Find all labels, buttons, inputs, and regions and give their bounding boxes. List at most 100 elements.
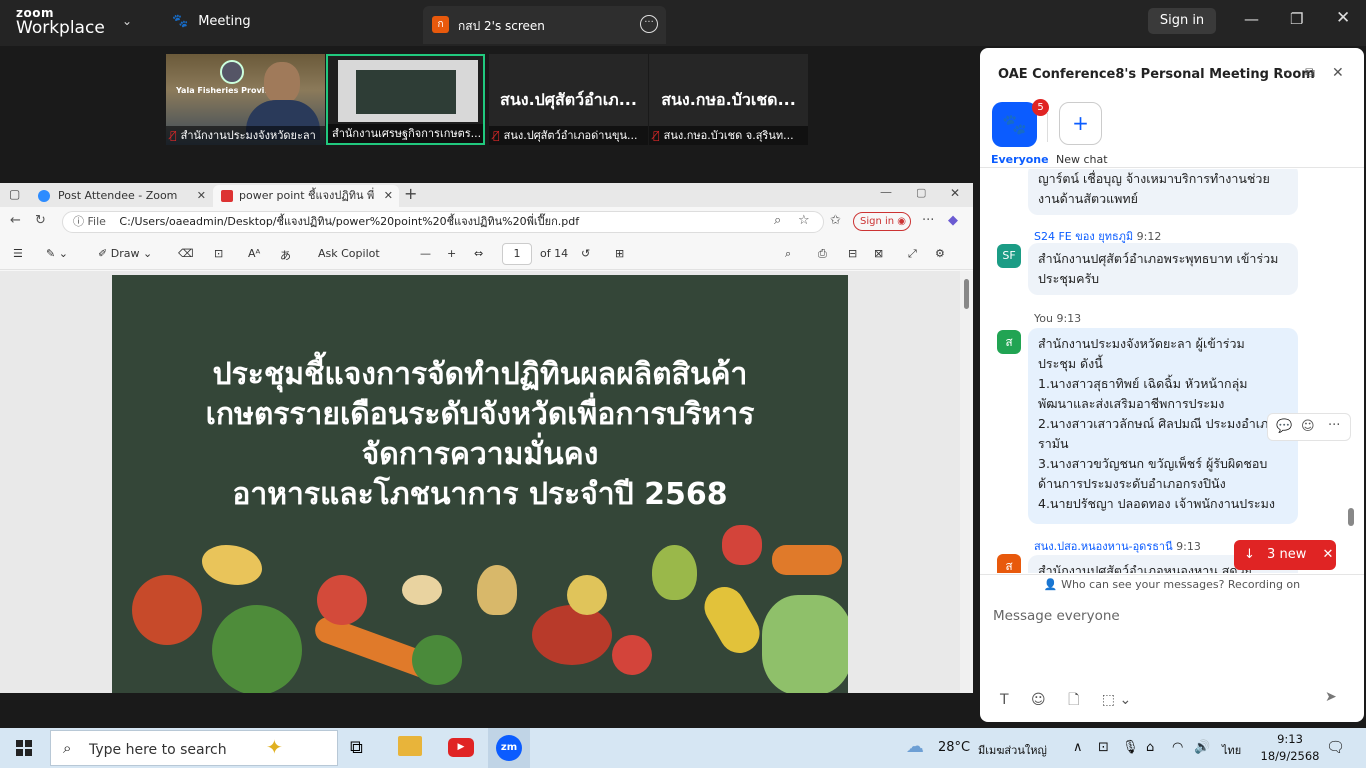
new-messages-button[interactable]: ↓ 3 new ✕	[1234, 540, 1336, 570]
file-explorer-icon[interactable]	[398, 736, 422, 756]
contents-icon[interactable]: ☰	[13, 247, 23, 260]
more-menu-icon[interactable]: ···	[922, 213, 934, 228]
video-tile-active[interactable]: สำนักงานเศรษฐกิจการเกษตร...	[326, 54, 485, 145]
youtube-icon[interactable]: ▶	[448, 738, 474, 757]
volume-icon[interactable]: 🔊	[1194, 740, 1210, 755]
weather-desc[interactable]: มีเมฆส่วนใหญ่	[978, 741, 1047, 759]
favorites-icon[interactable]: ✩	[830, 213, 841, 228]
browser-tab-zoom[interactable]: Post Attendee - Zoom ✕	[30, 185, 212, 207]
settings-gear-icon[interactable]: ⚙	[935, 247, 945, 260]
eraser-icon[interactable]: ⌫	[178, 247, 194, 260]
sign-in-button[interactable]: Sign in	[1148, 8, 1216, 34]
zoom-out-icon[interactable]: —	[420, 247, 431, 260]
chat-scroll-thumb[interactable]	[1348, 508, 1354, 526]
more-options-icon[interactable]: ···	[640, 15, 658, 33]
meeting-tab[interactable]: 🐾 Meeting	[172, 14, 251, 29]
tab-actions-icon[interactable]: ▢	[9, 187, 20, 201]
draw-button[interactable]: ✐ Draw ⌄	[98, 247, 152, 260]
close-tab-icon[interactable]: ✕	[197, 185, 206, 207]
close-tab-icon[interactable]: ✕	[384, 185, 393, 207]
reply-icon[interactable]: 💬	[1276, 419, 1292, 434]
visibility-notice[interactable]: 👤 Who can see your messages? Recording o…	[980, 574, 1364, 594]
zoom-search-icon[interactable]: ⌕	[774, 213, 781, 228]
format-text-icon[interactable]: T	[1000, 692, 1009, 708]
print-icon[interactable]: ⎙	[818, 247, 827, 261]
sender-name[interactable]: S24 FE ของ ยุทธภูมิ	[1034, 230, 1133, 243]
show-hidden-icons[interactable]: ∧	[1073, 740, 1083, 755]
chevron-down-icon[interactable]: ⌄	[122, 14, 132, 28]
clock[interactable]: 9:13 18/9/2568	[1260, 731, 1320, 765]
read-aloud-icon[interactable]: Aᴬ	[248, 247, 260, 260]
windows-start-icon[interactable]	[16, 740, 32, 756]
language-indicator[interactable]: ไทย	[1222, 741, 1241, 759]
translate-icon[interactable]: あ	[280, 247, 291, 263]
more-options-icon[interactable]: ···	[1328, 418, 1340, 433]
pop-out-icon[interactable]: ⧉	[1305, 65, 1315, 81]
browser-tab-pdf[interactable]: power point ชี้แจงปฏิทิน พี่เปี๊ยก.pdf ✕	[213, 185, 399, 224]
wifi-icon[interactable]: ◠	[1172, 740, 1183, 755]
refresh-icon[interactable]: ↻	[35, 213, 46, 228]
search-icon[interactable]: ⌕	[785, 247, 791, 261]
close-icon[interactable]: ✕	[1336, 8, 1350, 28]
file-indicator: ⓘ File	[73, 215, 106, 228]
back-icon[interactable]: ←	[10, 213, 21, 228]
close-icon[interactable]: ✕	[1332, 65, 1344, 81]
restore-icon[interactable]: ▢	[916, 186, 926, 199]
zoom-in-icon[interactable]: +	[447, 247, 456, 260]
visibility-notice-text: Who can see your messages? Recording on	[1061, 578, 1301, 591]
video-tile[interactable]: สนง.กษอ.บัวเชด... 🎙̸ สนง.กษอ.บัวเชด จ.สุร…	[649, 54, 808, 145]
everyone-chat-button[interactable]: 🐾 5	[992, 99, 1049, 147]
save-icon[interactable]: ⊟	[848, 247, 857, 260]
fit-page-icon[interactable]: ⇔	[474, 247, 483, 260]
task-view-icon[interactable]: ⧉	[350, 737, 378, 765]
screenshot-icon[interactable]: ⬚ ⌄	[1102, 692, 1131, 708]
zoom-workplace-logo[interactable]: zoom Workplace	[16, 7, 105, 37]
fullscreen-icon[interactable]: ⤢	[908, 247, 917, 261]
new-tab-icon[interactable]: +	[404, 184, 417, 203]
notifications-icon[interactable]: 🗨	[1326, 738, 1345, 756]
browser-sign-in-button[interactable]: Sign in ◉	[853, 212, 911, 231]
highlight-icon[interactable]: ✎ ⌄	[46, 247, 68, 260]
save-as-icon[interactable]: ⊠	[874, 247, 883, 260]
pdf-viewer[interactable]: ประชุมชี้แจงการจัดทำปฏิทินผลผลิตสินค้า เ…	[0, 271, 960, 693]
address-bar[interactable]: ⓘ File C:/Users/oaeadmin/Desktop/ชี้แจงป…	[62, 211, 824, 233]
page-view-icon[interactable]: ⊞	[615, 247, 624, 260]
network-icon[interactable]: ⌂	[1146, 740, 1154, 755]
meet-now-icon[interactable]: ⊡	[1098, 740, 1109, 755]
video-tile[interactable]: สนง.ปศุสัตว์อำเภ... 🎙̸ สนง.ปศุสัตว์อำเภอด…	[489, 54, 648, 145]
message-bubble[interactable]: สำนักงานประมงจังหวัดยะลา ผู้เข้าร่วม ประ…	[1028, 328, 1298, 524]
message-input[interactable]: Message everyone	[993, 608, 1120, 624]
pdf-scrollbar[interactable]	[960, 271, 973, 693]
weather-temp[interactable]: 28°C	[938, 740, 970, 755]
text-box-icon[interactable]: ⊡	[214, 247, 223, 260]
page-number-input[interactable]: 1	[502, 243, 532, 265]
ask-copilot-button[interactable]: Ask Copilot	[318, 247, 380, 260]
message-bubble[interactable]: ญาร์ตน์ เชื่อบุญ จ้างเหมาบริการทำงานช่วย…	[1028, 169, 1298, 215]
close-icon[interactable]: ✕	[950, 186, 960, 200]
screen-share-tab[interactable]: ก กสป 2's screen ···	[423, 6, 666, 44]
paw-icon: 🐾	[1002, 112, 1027, 136]
more-options-icon[interactable]: ···	[1278, 65, 1291, 81]
favorite-star-icon[interactable]: ☆	[798, 213, 810, 228]
restore-icon[interactable]: ❐	[1290, 10, 1303, 28]
taskbar-search[interactable]: ⌕ Type here to search ✦	[50, 730, 338, 766]
sender-name[interactable]: สนง.ปสอ.หนองหาน-อุดรธานี	[1034, 540, 1173, 553]
file-icon[interactable]: 🗋	[1068, 692, 1079, 708]
emoji-icon[interactable]: ☺	[1031, 692, 1046, 708]
new-chat-button[interactable]: +	[1059, 102, 1102, 145]
emoji-icon[interactable]: ☺	[1301, 419, 1315, 434]
message-bubble[interactable]: สำนักงานปศุสัตว์อำเภอพระพุทธบาท เข้าร่วม…	[1028, 243, 1298, 295]
minimize-icon[interactable]: —	[1244, 10, 1259, 28]
rotate-icon[interactable]: ↺	[581, 247, 590, 260]
scrollbar-thumb[interactable]	[964, 279, 969, 309]
message-list[interactable]: ญาร์ตน์ เชื่อบุญ จ้างเหมาบริการทำงานช่วย…	[980, 169, 1350, 573]
video-tile[interactable]: Yala Fisheries Provincial 🎙̸ สำนักงานประม…	[166, 54, 325, 145]
microphone-icon[interactable]: 🎙	[1122, 740, 1139, 755]
profile-icon: ◉	[897, 216, 907, 227]
dismiss-icon[interactable]: ✕	[1322, 547, 1333, 562]
new-messages-label: 3 new	[1267, 547, 1307, 562]
zoom-taskbar-app[interactable]: zm	[488, 728, 530, 768]
minimize-icon[interactable]: —	[880, 185, 892, 199]
send-icon[interactable]: ➤	[1325, 689, 1337, 705]
copilot-icon[interactable]: ◆	[948, 213, 958, 228]
